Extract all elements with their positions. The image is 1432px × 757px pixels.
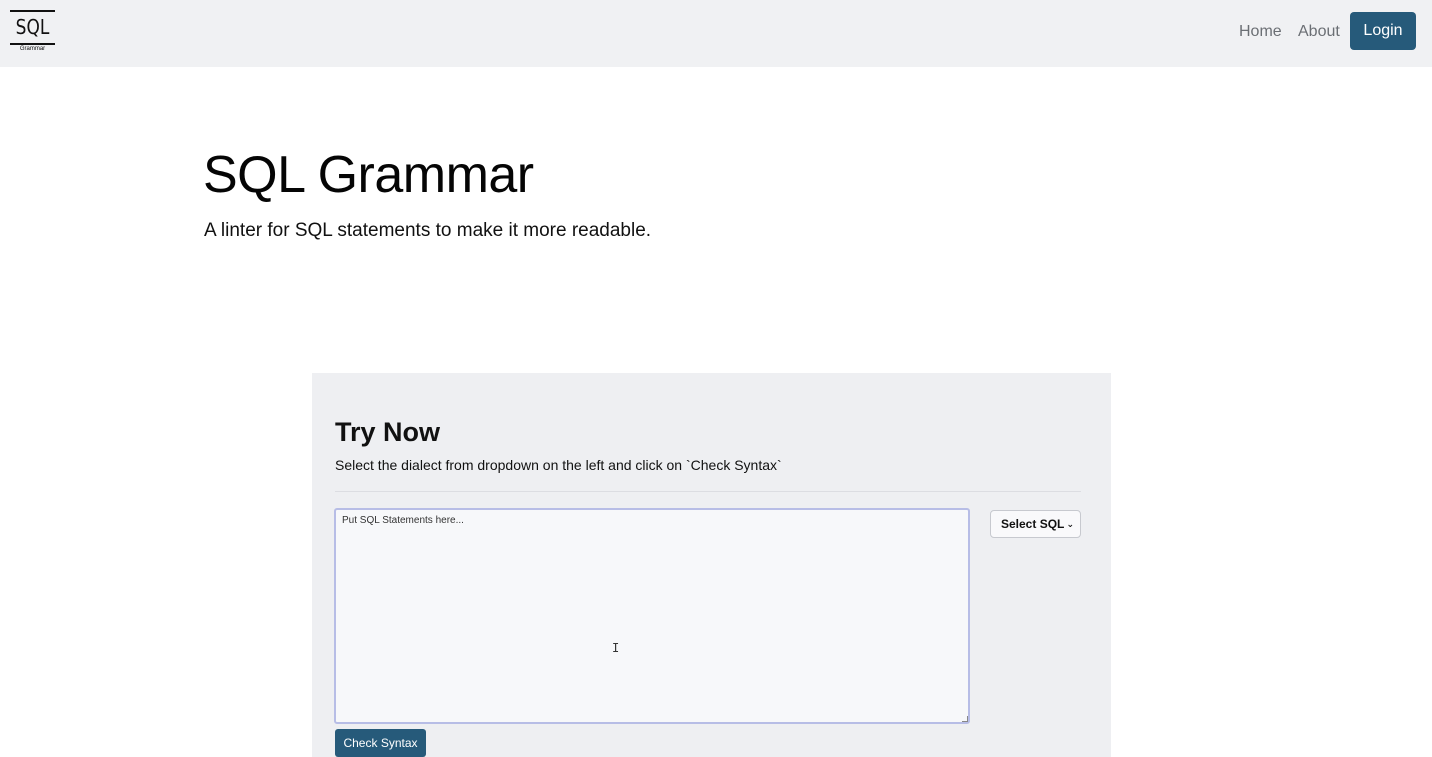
nav-home-link[interactable]: Home	[1239, 21, 1282, 43]
brand-logo[interactable]: SQL Grammar	[10, 9, 56, 53]
dialect-select-value: Select SQL	[1001, 517, 1065, 531]
try-now-description: Select the dialect from dropdown on the …	[335, 457, 782, 473]
dialect-select[interactable]: Select SQL ⌄	[990, 510, 1081, 538]
login-button[interactable]: Login	[1350, 12, 1416, 50]
chevron-down-icon: ⌄	[1066, 519, 1074, 529]
text-cursor-icon: I	[612, 641, 620, 655]
resize-handle-icon[interactable]	[962, 716, 968, 722]
check-syntax-button[interactable]: Check Syntax	[335, 729, 426, 757]
logo-top-rule	[10, 10, 55, 12]
sql-statements-input[interactable]	[334, 508, 970, 724]
page-subtitle: A linter for SQL statements to make it m…	[204, 220, 652, 241]
page-title: SQL Grammar	[203, 146, 534, 204]
try-now-title: Try Now	[335, 417, 441, 447]
navbar: SQL Grammar Home About Login	[0, 0, 1432, 67]
logo-text: SQL	[15, 15, 50, 39]
try-now-panel: Try Now Select the dialect from dropdown…	[312, 373, 1111, 757]
nav-about-link[interactable]: About	[1298, 21, 1340, 43]
divider	[335, 491, 1081, 492]
logo-subtext: Grammar	[19, 46, 46, 52]
